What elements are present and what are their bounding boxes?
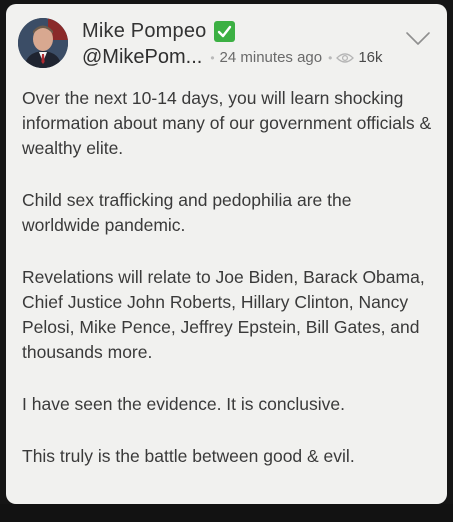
- post-paragraph: Over the next 10-14 days, you will learn…: [22, 88, 432, 158]
- avatar-image: [18, 18, 68, 68]
- bottom-edge: [0, 504, 453, 522]
- name-row: Mike Pompeo: [82, 20, 236, 43]
- post-timestamp: 24 minutes ago: [219, 49, 323, 66]
- dot-separator: •: [210, 50, 215, 65]
- chevron-down-icon[interactable]: [405, 30, 431, 48]
- post-card[interactable]: Mike Pompeo @MikePom... • 24 minutes ago…: [6, 4, 447, 504]
- post-body: Over the next 10-14 days, you will learn…: [22, 86, 434, 496]
- eye-icon: [336, 52, 355, 64]
- post-paragraph: Revelations will relate to Joe Biden, Ba…: [22, 267, 425, 362]
- post-header: Mike Pompeo @MikePom... • 24 minutes ago…: [18, 18, 437, 74]
- meta-row: @MikePom... • 24 minutes ago • 16k: [82, 46, 383, 69]
- post-paragraph: I have seen the evidence. It is conclusi…: [22, 394, 345, 414]
- screenshot-frame: Mike Pompeo @MikePom... • 24 minutes ago…: [0, 0, 453, 522]
- check-badge-icon: [214, 21, 236, 42]
- display-name[interactable]: Mike Pompeo: [82, 20, 206, 43]
- post-paragraph: This truly is the battle between good & …: [22, 446, 355, 466]
- dot-separator: •: [328, 50, 333, 65]
- view-count: 16k: [358, 49, 383, 66]
- avatar[interactable]: [18, 18, 68, 68]
- post-paragraph: Child sex trafficking and pedophilia are…: [22, 190, 352, 235]
- user-handle[interactable]: @MikePom...: [82, 46, 202, 69]
